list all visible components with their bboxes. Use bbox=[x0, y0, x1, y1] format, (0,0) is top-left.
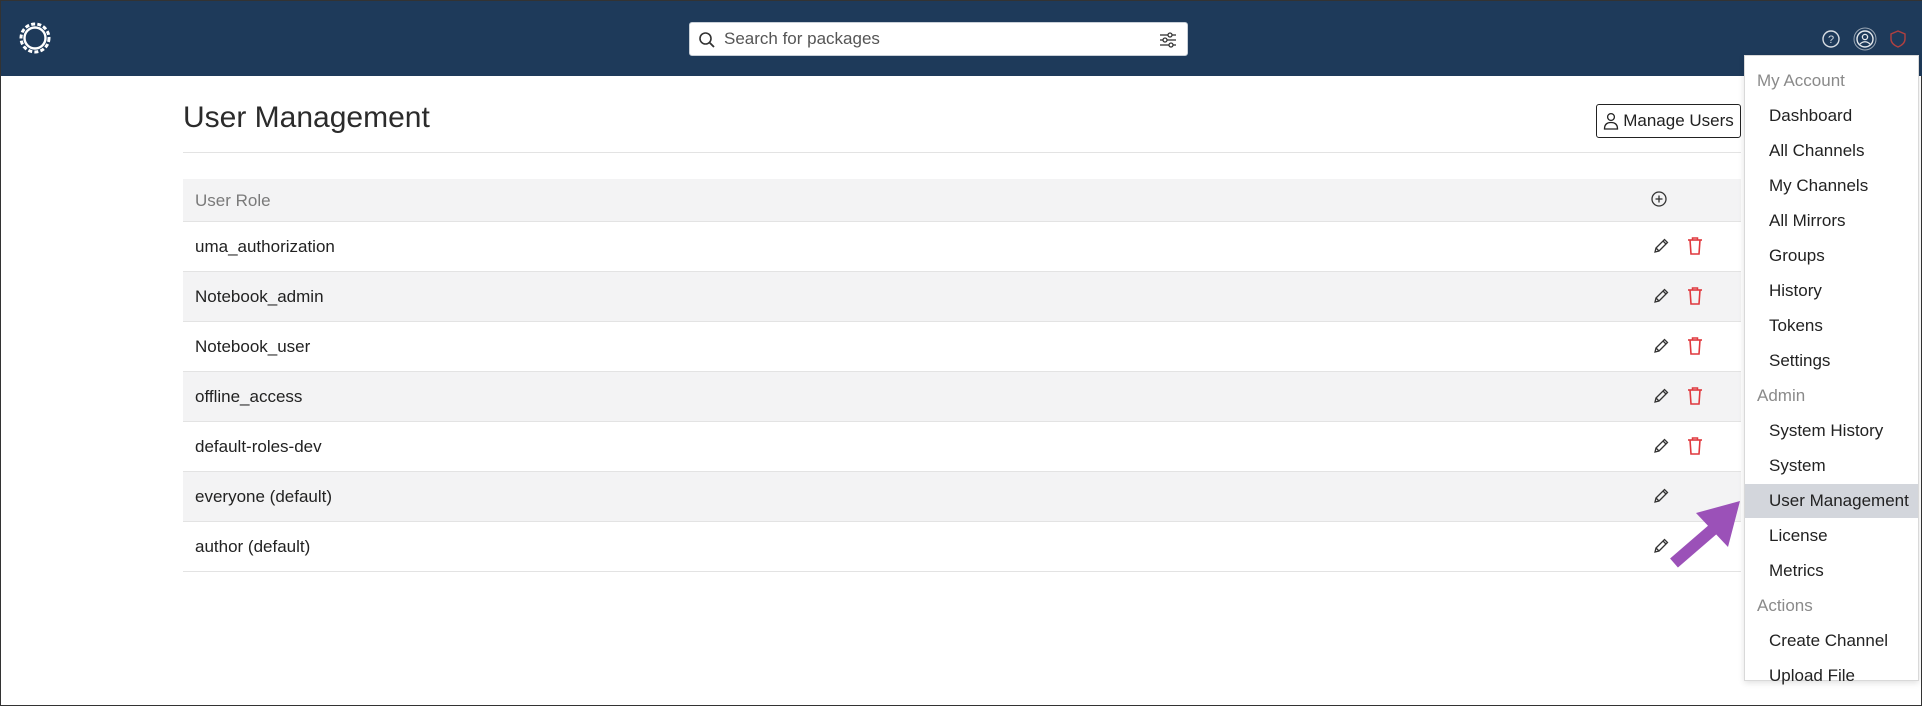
user-role-name: Notebook_admin bbox=[195, 287, 324, 306]
manage-users-button[interactable]: Manage Users bbox=[1596, 104, 1741, 138]
trash-icon[interactable] bbox=[1686, 236, 1704, 256]
trash-icon[interactable] bbox=[1686, 286, 1704, 306]
trash-icon[interactable] bbox=[1686, 336, 1704, 356]
table-row: Notebook_admin bbox=[183, 272, 1741, 322]
edit-icon[interactable] bbox=[1652, 437, 1670, 455]
user-outline-icon bbox=[1604, 112, 1619, 130]
pointer-arrow-annotation bbox=[1670, 501, 1740, 568]
table-header: User Role bbox=[183, 179, 1741, 222]
edit-icon[interactable] bbox=[1652, 337, 1670, 355]
logo-icon[interactable] bbox=[17, 20, 53, 56]
edit-icon[interactable] bbox=[1652, 287, 1670, 305]
add-icon[interactable] bbox=[1650, 190, 1668, 208]
title-divider bbox=[183, 152, 1741, 153]
table-row: Notebook_user bbox=[183, 322, 1741, 372]
menu-item-groups[interactable]: Groups bbox=[1745, 239, 1918, 273]
search-input[interactable] bbox=[722, 23, 1126, 55]
edit-icon[interactable] bbox=[1652, 237, 1670, 255]
menu-item-user-management[interactable]: User Management bbox=[1745, 484, 1918, 518]
search-bar[interactable] bbox=[689, 22, 1188, 56]
table-row: author (default) bbox=[183, 522, 1741, 572]
menu-item-system-history[interactable]: System History bbox=[1745, 414, 1918, 448]
user-icon[interactable] bbox=[1853, 27, 1877, 51]
help-icon[interactable]: ? bbox=[1821, 29, 1841, 49]
search-icon bbox=[699, 32, 715, 48]
menu-item-history[interactable]: History bbox=[1745, 274, 1918, 308]
menu-item-metrics[interactable]: Metrics bbox=[1745, 554, 1918, 588]
menu-item-license[interactable]: License bbox=[1745, 519, 1918, 553]
user-role-table: User Role uma_authorization Notebook_admi… bbox=[183, 179, 1741, 572]
menu-item-upload-file[interactable]: Upload File bbox=[1745, 659, 1918, 693]
user-role-name: author (default) bbox=[195, 537, 311, 556]
column-header-user-role: User Role bbox=[195, 191, 271, 210]
menu-item-my-channels[interactable]: My Channels bbox=[1745, 169, 1918, 203]
user-role-name: everyone (default) bbox=[195, 487, 333, 506]
filter-icon[interactable] bbox=[1159, 31, 1177, 49]
svg-text:?: ? bbox=[1828, 34, 1834, 46]
alert-icon[interactable] bbox=[1888, 29, 1908, 49]
user-role-name: Notebook_user bbox=[195, 337, 311, 356]
top-navbar: ? bbox=[1, 1, 1922, 76]
user-role-name: uma_authorization bbox=[195, 237, 335, 256]
menu-item-all-channels[interactable]: All Channels bbox=[1745, 134, 1918, 168]
manage-users-label: Manage Users bbox=[1623, 111, 1734, 130]
trash-icon[interactable] bbox=[1686, 386, 1704, 406]
menu-item-tokens[interactable]: Tokens bbox=[1745, 309, 1918, 343]
table-row: offline_access bbox=[183, 372, 1741, 422]
table-row: default-roles-dev bbox=[183, 422, 1741, 472]
account-dropdown-menu: My Account Dashboard All Channels My Channe… bbox=[1744, 55, 1919, 685]
page-title: User Management bbox=[183, 101, 430, 134]
menu-item-system[interactable]: System bbox=[1745, 449, 1918, 483]
user-role-name: default-roles-dev bbox=[195, 437, 322, 456]
menu-section-header: My Account bbox=[1757, 71, 1845, 90]
user-role-name: offline_access bbox=[195, 387, 303, 406]
menu-item-all-mirrors[interactable]: All Mirrors bbox=[1745, 204, 1918, 238]
menu-item-dashboard[interactable]: Dashboard bbox=[1745, 99, 1918, 133]
table-row: uma_authorization bbox=[183, 222, 1741, 272]
menu-section-header: Actions bbox=[1757, 596, 1813, 615]
menu-item-settings[interactable]: Settings bbox=[1745, 344, 1918, 378]
trash-icon[interactable] bbox=[1686, 436, 1704, 456]
menu-section-header: Admin bbox=[1757, 386, 1806, 405]
menu-item-create-channel[interactable]: Create Channel bbox=[1745, 624, 1918, 658]
table-row: everyone (default) bbox=[183, 472, 1741, 522]
edit-icon[interactable] bbox=[1652, 387, 1670, 405]
